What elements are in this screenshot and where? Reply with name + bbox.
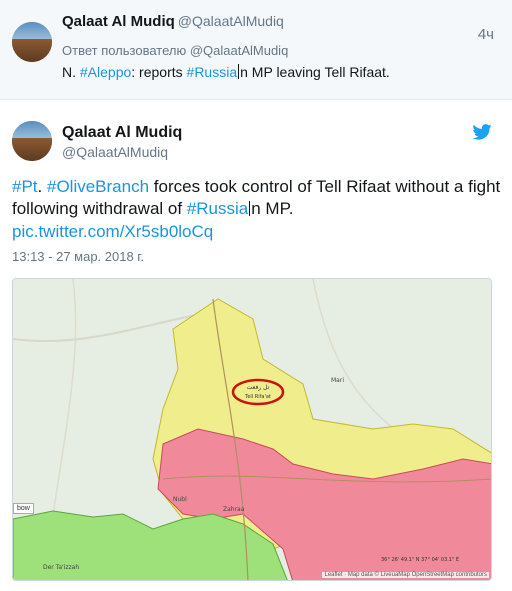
- map-coords: 36° 26' 49.1" N 37° 04' 03.1" E: [381, 557, 459, 563]
- hashtag-olivebranch[interactable]: #OliveBranch: [47, 177, 149, 196]
- tweet-date[interactable]: 13:13 - 27 мар. 2018 г.: [12, 249, 144, 264]
- reply-author[interactable]: Qalaat Al Mudiq @QalaatAlMudiq: [62, 13, 284, 30]
- reply-text: N. #Aleppo: reports #Russia n MP leaving …: [62, 64, 390, 80]
- map-label-nubl: Nubl: [173, 496, 187, 503]
- author-name[interactable]: Qalaat Al Mudiq: [62, 13, 175, 30]
- map-label-zahraa: Zahraa: [223, 506, 245, 513]
- author-handle[interactable]: @QalaatAlMudiq: [62, 144, 168, 160]
- map-attribution: Leaflet · Map data © LiveuaMap OpenStree…: [322, 572, 489, 578]
- text-mid: : reports: [131, 64, 187, 80]
- hashtag-pt[interactable]: #Pt: [12, 177, 38, 196]
- map-label-mari: Mari: [331, 377, 344, 384]
- map-label-tell-rifaat-en: Tell Rifa'at: [244, 394, 271, 400]
- map-svg: تل رفعت Tell Rifa'at Nubl Zahraa Der Ta'…: [13, 279, 491, 580]
- text-part2: n MP.: [251, 199, 294, 218]
- tweet-text: #Pt. #OliveBranch forces took control of…: [12, 176, 502, 220]
- avatar[interactable]: [12, 22, 52, 62]
- hashtag-russia[interactable]: #Russia: [187, 199, 248, 218]
- pic-link[interactable]: pic.twitter.com/Xr5sb0loCq: [12, 222, 213, 242]
- text-cursor: [238, 64, 240, 79]
- hashtag-aleppo[interactable]: #Aleppo: [80, 64, 131, 80]
- map-control[interactable]: bow: [13, 503, 34, 514]
- hashtag-russia[interactable]: #Russia: [187, 64, 238, 80]
- avatar[interactable]: [12, 121, 52, 161]
- text-dot: .: [37, 177, 47, 196]
- twitter-bird-icon[interactable]: [472, 124, 492, 140]
- map-label-tell-rifaat: تل رفعت: [247, 384, 270, 391]
- text-prefix: N.: [62, 64, 80, 80]
- reply-tweet[interactable]: Qalaat Al Mudiq @QalaatAlMudiq 4ч Ответ п…: [0, 0, 512, 100]
- text-suffix: n MP leaving Tell Rifaat.: [240, 64, 390, 80]
- author-handle[interactable]: @QalaatAlMudiq: [178, 13, 284, 29]
- tweet-time[interactable]: 4ч: [478, 26, 494, 43]
- reply-to-label: Ответ пользователю @QalaatAlMudiq: [62, 43, 289, 58]
- author-name[interactable]: Qalaat Al Mudiq: [62, 124, 182, 142]
- map-image[interactable]: تل رفعت Tell Rifa'at Nubl Zahraa Der Ta'…: [12, 278, 492, 581]
- map-label-deir: Der Ta'izzah: [43, 564, 79, 571]
